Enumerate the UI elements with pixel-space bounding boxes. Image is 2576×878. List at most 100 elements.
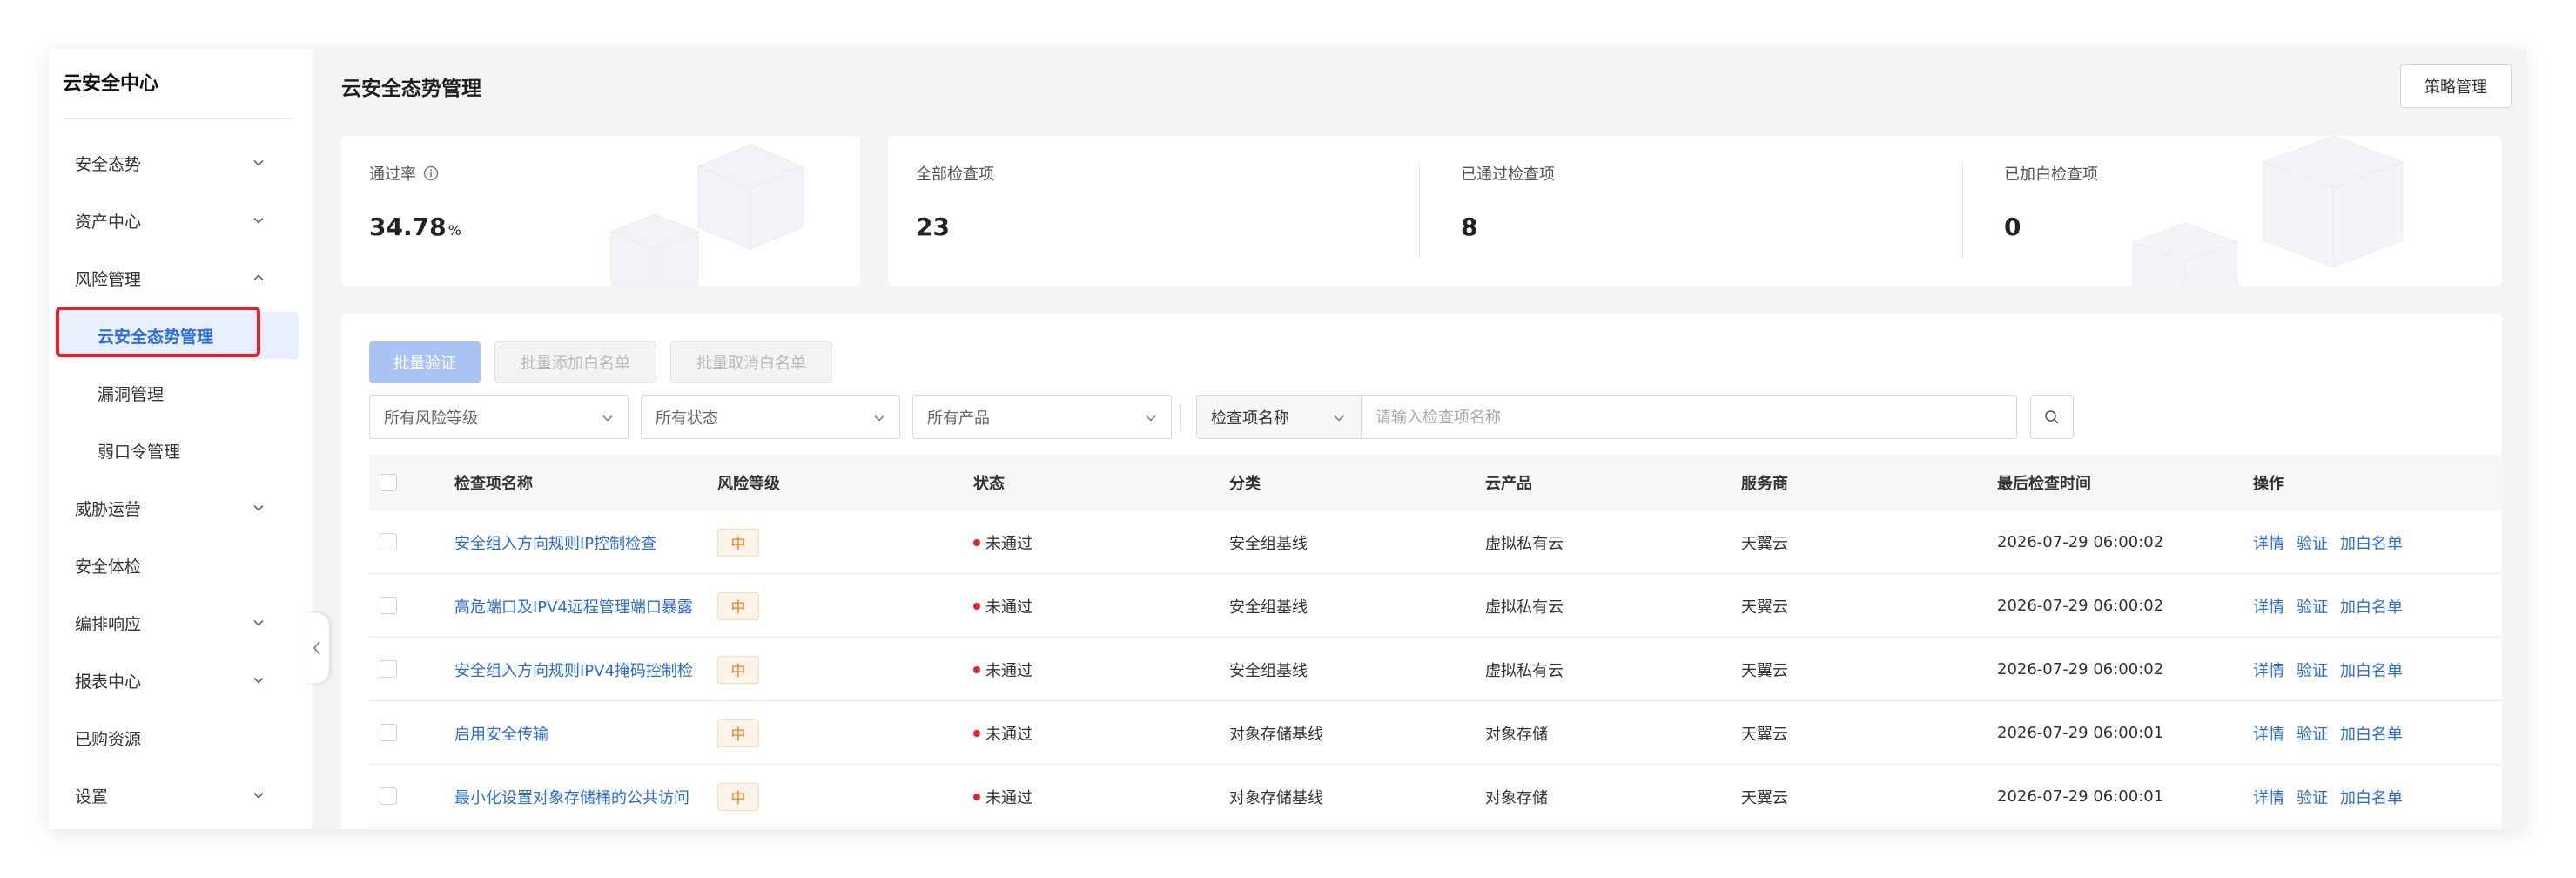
row-checkbox[interactable] bbox=[380, 533, 397, 550]
risk-badge: 中 bbox=[717, 782, 759, 811]
verify-link[interactable]: 验证 bbox=[2297, 722, 2328, 745]
chevron-down-icon bbox=[874, 415, 884, 422]
sidebar-item-vulnerability[interactable]: 漏洞管理 bbox=[49, 364, 313, 422]
provider-cell: 天翼云 bbox=[1741, 598, 1788, 617]
product-cell: 对象存储 bbox=[1485, 788, 1548, 807]
status-dot-icon bbox=[973, 538, 980, 546]
search-input[interactable] bbox=[1361, 395, 2017, 439]
row-checkbox[interactable] bbox=[380, 724, 397, 741]
page-title: 云安全态势管理 bbox=[341, 78, 481, 100]
check-item-name-link[interactable]: 最小化设置对象存储桶的公共访问 bbox=[454, 765, 707, 828]
category-cell: 安全组基线 bbox=[1229, 534, 1308, 553]
sidebar-divider bbox=[63, 118, 292, 119]
add-whitelist-link[interactable]: 加白名单 bbox=[2340, 531, 2403, 554]
product-cell: 对象存储 bbox=[1485, 725, 1548, 744]
batch-remove-whitelist-button[interactable]: 批量取消白名单 bbox=[670, 341, 832, 383]
status-text: 未通过 bbox=[985, 788, 1032, 807]
table-row: 最小化设置对象存储桶的公共访问 中 未通过 对象存储基线 对象存储 天翼云 20… bbox=[369, 765, 2502, 828]
check-item-name-link[interactable]: 高危端口及IPV4远程管理端口暴露 bbox=[454, 574, 707, 638]
chevron-down-icon bbox=[253, 619, 264, 626]
search-type-value: 检查项名称 bbox=[1211, 409, 1289, 428]
risk-level-select[interactable]: 所有风险等级 bbox=[369, 395, 629, 439]
batch-add-whitelist-button[interactable]: 批量添加白名单 bbox=[494, 341, 656, 383]
column-header-product: 云产品 bbox=[1485, 475, 1532, 493]
sidebar-item-orchestration[interactable]: 编排响应 bbox=[49, 594, 313, 652]
check-item-name-link[interactable]: 安全组入方向规则IPV4掩码控制检 bbox=[454, 638, 707, 701]
check-item-name-link[interactable]: 启用安全传输 bbox=[454, 701, 707, 765]
risk-badge: 中 bbox=[717, 719, 759, 747]
risk-badge: 中 bbox=[717, 591, 759, 620]
column-header-risk: 风险等级 bbox=[717, 475, 780, 493]
product-select[interactable]: 所有产品 bbox=[912, 395, 1172, 439]
sidebar-item-reports[interactable]: 报表中心 bbox=[49, 652, 313, 709]
chevron-down-icon bbox=[253, 159, 264, 166]
verify-link[interactable]: 验证 bbox=[2297, 658, 2328, 681]
chevron-down-icon bbox=[253, 504, 264, 511]
main-content: 云安全态势管理 策略管理 通过率 34.78% 全部检查项 23 已通过检查项 … bbox=[313, 49, 2526, 829]
check-item-name-link[interactable]: 安全组入方向规则IP控制检查 bbox=[454, 510, 707, 574]
policy-management-button[interactable]: 策略管理 bbox=[2400, 64, 2512, 108]
column-header-provider: 服务商 bbox=[1741, 475, 1788, 493]
chevron-down-icon bbox=[602, 415, 613, 422]
select-all-checkbox[interactable] bbox=[380, 474, 397, 491]
chevron-down-icon bbox=[253, 792, 264, 799]
cube-decoration-icon bbox=[2131, 136, 2404, 286]
sidebar-item-asset-center[interactable]: 资产中心 bbox=[49, 192, 313, 249]
table-row: 高危端口及IPV4远程管理端口暴露 中 未通过 安全组基线 虚拟私有云 天翼云 … bbox=[369, 574, 2502, 638]
column-header-actions: 操作 bbox=[2253, 475, 2284, 493]
row-checkbox[interactable] bbox=[380, 597, 397, 614]
detail-link[interactable]: 详情 bbox=[2253, 531, 2284, 554]
provider-cell: 天翼云 bbox=[1741, 661, 1788, 680]
sidebar-item-weak-password[interactable]: 弱口令管理 bbox=[49, 422, 313, 479]
category-cell: 对象存储基线 bbox=[1229, 788, 1323, 807]
verify-link[interactable]: 验证 bbox=[2297, 786, 2328, 808]
add-whitelist-link[interactable]: 加白名单 bbox=[2340, 595, 2403, 618]
sidebar-item-purchased[interactable]: 已购资源 bbox=[49, 709, 313, 767]
sidebar-item-risk-management[interactable]: 风险管理 bbox=[49, 249, 313, 307]
chevron-down-icon bbox=[253, 677, 264, 684]
pass-rate-card: 通过率 34.78% bbox=[341, 136, 860, 286]
provider-cell: 天翼云 bbox=[1741, 534, 1788, 553]
add-whitelist-link[interactable]: 加白名单 bbox=[2340, 722, 2403, 745]
row-checkbox[interactable] bbox=[380, 787, 397, 805]
sidebar-item-label: 漏洞管理 bbox=[98, 384, 165, 404]
search-button[interactable] bbox=[2030, 395, 2074, 439]
column-header-last-check: 最后检查时间 bbox=[1997, 475, 2091, 493]
sidebar-title: 云安全中心 bbox=[63, 73, 159, 95]
sidebar-item-health-check[interactable]: 安全体检 bbox=[49, 537, 313, 594]
add-whitelist-link[interactable]: 加白名单 bbox=[2340, 786, 2403, 808]
status-select-value: 所有状态 bbox=[656, 409, 718, 428]
sidebar-item-label: 弱口令管理 bbox=[98, 442, 181, 462]
search-type-select[interactable]: 检查项名称 bbox=[1196, 395, 1362, 439]
detail-link[interactable]: 详情 bbox=[2253, 595, 2284, 618]
status-text: 未通过 bbox=[985, 598, 1032, 617]
sidebar-item-threat-ops[interactable]: 威胁运营 bbox=[49, 479, 313, 537]
verify-link[interactable]: 验证 bbox=[2297, 531, 2328, 554]
verify-link[interactable]: 验证 bbox=[2297, 595, 2328, 618]
sidebar-item-label: 安全体检 bbox=[75, 557, 142, 577]
add-whitelist-link[interactable]: 加白名单 bbox=[2340, 658, 2403, 681]
batch-verify-button[interactable]: 批量验证 bbox=[369, 341, 481, 383]
row-checkbox[interactable] bbox=[380, 660, 397, 678]
last-check-time-cell: 2026-07-29 06:00:01 bbox=[1997, 724, 2164, 742]
all-checks-label: 全部检查项 bbox=[916, 165, 994, 184]
chevron-up-icon bbox=[253, 274, 264, 281]
column-header-status: 状态 bbox=[973, 475, 1005, 493]
detail-link[interactable]: 详情 bbox=[2253, 658, 2284, 681]
status-select[interactable]: 所有状态 bbox=[641, 395, 900, 439]
detail-link[interactable]: 详情 bbox=[2253, 722, 2284, 745]
info-icon[interactable] bbox=[423, 165, 439, 181]
status-dot-icon bbox=[973, 729, 980, 737]
sidebar: 云安全中心 安全态势 资产中心 风险管理 云安全态势管理 漏洞管理 弱口令管理 … bbox=[49, 49, 313, 829]
sidebar-item-security-posture[interactable]: 安全态势 bbox=[49, 134, 313, 192]
all-checks-value: 23 bbox=[916, 213, 950, 241]
column-header-category: 分类 bbox=[1229, 475, 1261, 493]
product-cell: 虚拟私有云 bbox=[1485, 598, 1564, 617]
last-check-time-cell: 2026-07-29 06:00:01 bbox=[1997, 787, 2164, 806]
last-check-time-cell: 2026-07-29 06:00:02 bbox=[1997, 597, 2164, 615]
passed-checks-label: 已通过检查项 bbox=[1461, 165, 1555, 184]
product-select-value: 所有产品 bbox=[927, 409, 990, 428]
sidebar-item-cspm[interactable]: 云安全态势管理 bbox=[49, 307, 313, 364]
sidebar-item-settings[interactable]: 设置 bbox=[49, 767, 313, 824]
detail-link[interactable]: 详情 bbox=[2253, 786, 2284, 808]
